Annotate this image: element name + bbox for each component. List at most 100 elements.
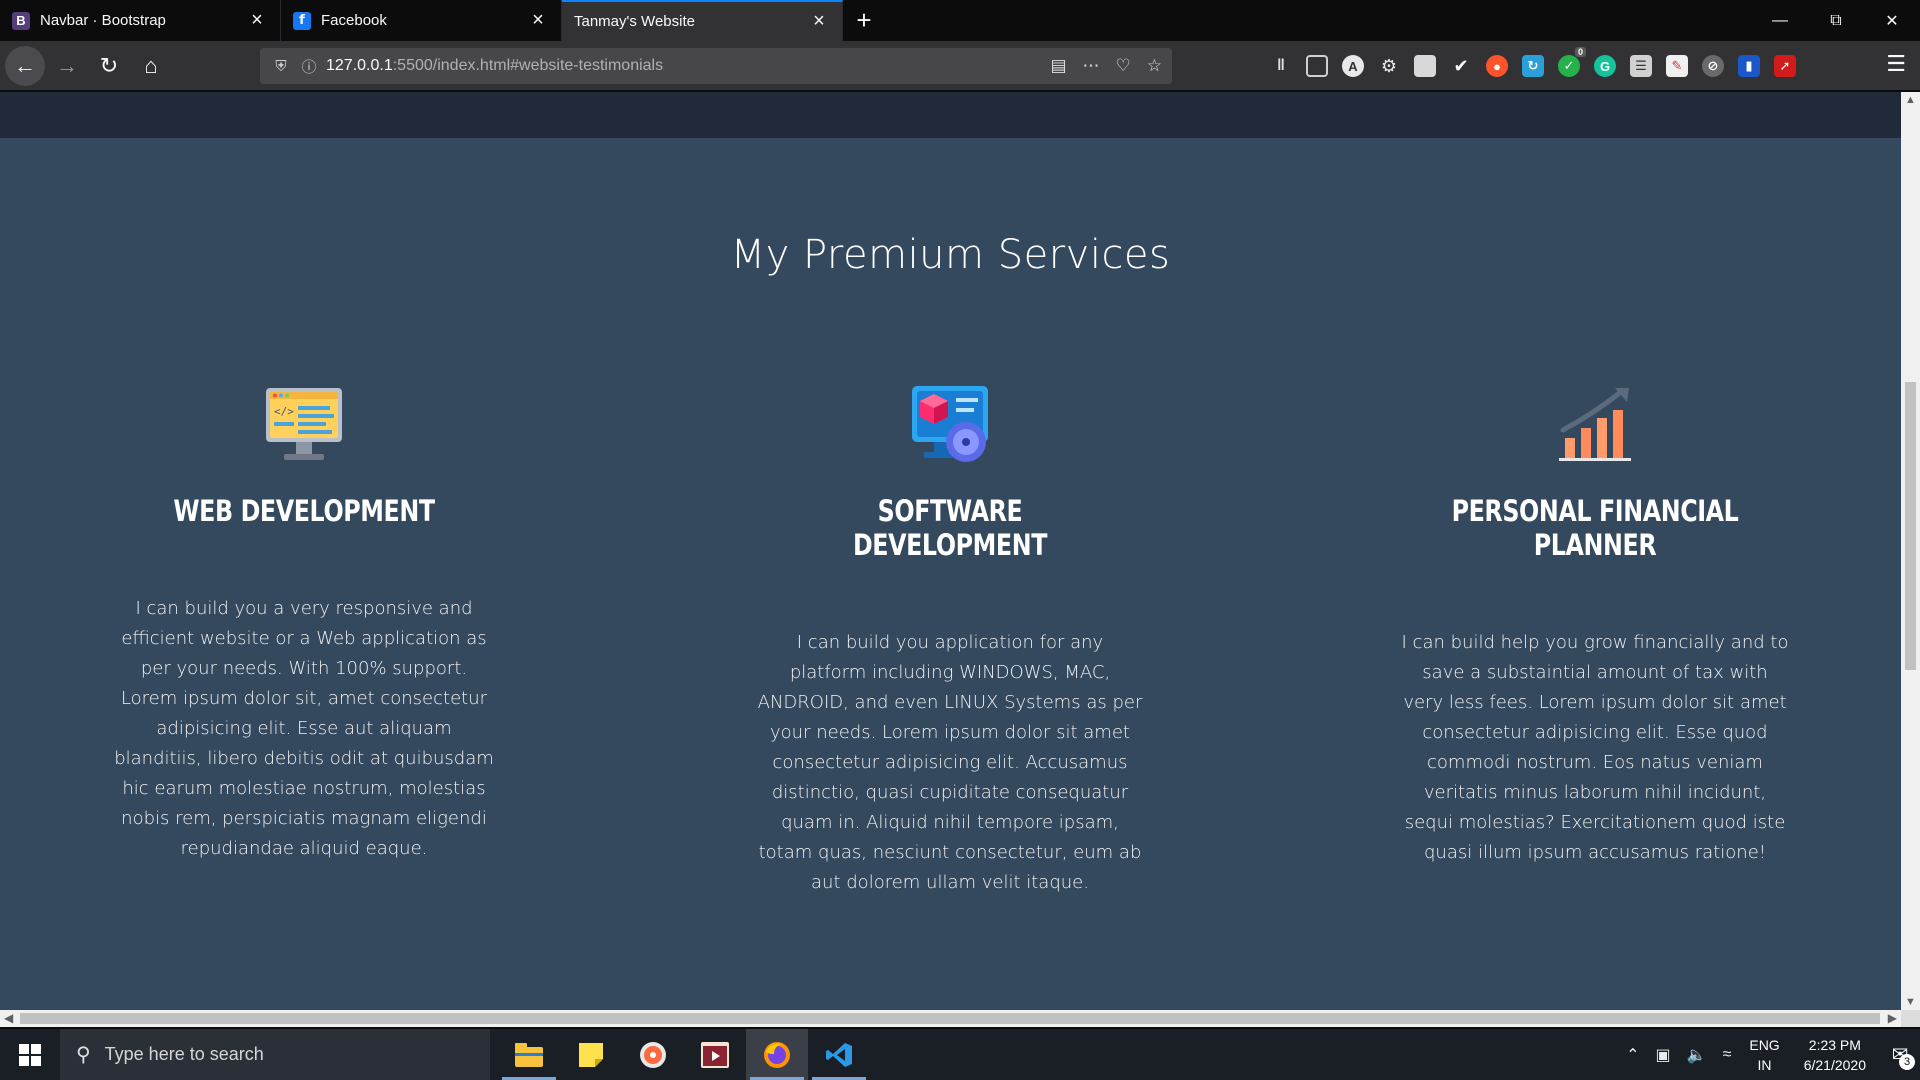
pocket-icon[interactable]: ♡	[1116, 56, 1131, 76]
windows-logo-icon	[19, 1043, 41, 1066]
language-code: ENG	[1749, 1036, 1780, 1053]
growth-chart-icon	[1553, 382, 1637, 466]
scroll-down-icon[interactable]: ▼	[1901, 996, 1920, 1008]
sticky-notes-icon[interactable]	[560, 1029, 622, 1080]
close-tab-icon[interactable]: ×	[246, 9, 268, 32]
clock[interactable]: 2:23 PM 6/21/2020	[1804, 1035, 1866, 1075]
url-bar[interactable]: ⛨ ⓘ 127.0.0.1:5500/index.html#website-te…	[260, 48, 1172, 84]
service-card-web-development: </> WEB DEVELOPMENT I can build you a ve…	[104, 382, 504, 864]
disabled-extension-icon[interactable]: ⊘	[1702, 55, 1724, 77]
taskbar-search-box[interactable]: ⚲ Type here to search	[60, 1029, 490, 1080]
browser-tab-strip: B Navbar · Bootstrap × f Facebook × Tanm…	[0, 0, 1920, 41]
grammarly-icon[interactable]: G	[1594, 55, 1616, 77]
vertical-scroll-thumb[interactable]	[1905, 382, 1916, 670]
action-center-button[interactable]: ✉ 3	[1880, 1029, 1920, 1080]
start-button[interactable]	[0, 1029, 60, 1080]
svg-text:</>: </>	[274, 405, 294, 418]
pdf-extension-icon[interactable]: ➚	[1774, 55, 1796, 77]
clock-date: 6/21/2020	[1803, 1056, 1866, 1073]
service-description: I can build help you grow financially an…	[1401, 632, 1789, 863]
page-actions-icon[interactable]: ⋯	[1083, 56, 1100, 76]
notes-extension-icon[interactable]: ☰	[1630, 55, 1652, 77]
brave-extension-icon[interactable]: ●	[1486, 55, 1508, 77]
video-editor-icon[interactable]	[684, 1029, 746, 1080]
ublock-icon[interactable]: A	[1342, 55, 1364, 77]
vscode-icon[interactable]	[808, 1029, 870, 1080]
tab-title: Navbar · Bootstrap	[40, 12, 166, 29]
translate-extension-icon[interactable]: ↻	[1522, 55, 1544, 77]
taskbar-apps	[498, 1029, 870, 1080]
extension-badge: 0	[1574, 47, 1586, 57]
tab-tanmays-website[interactable]: Tanmay's Website ×	[562, 0, 843, 41]
search-placeholder: Type here to search	[104, 1044, 264, 1064]
scroll-up-icon[interactable]: ▲	[1901, 94, 1920, 106]
tab-navbar-bootstrap[interactable]: B Navbar · Bootstrap ×	[0, 0, 281, 41]
bookmark-star-icon[interactable]: ☆	[1147, 56, 1162, 76]
new-tab-button[interactable]: +	[843, 0, 885, 41]
tab-title: Tanmay's Website	[574, 13, 695, 30]
search-icon: ⚲	[76, 1044, 91, 1066]
browser-navbar: ← → ↻ ⌂ ⛨ ⓘ 127.0.0.1:5500/index.html#we…	[0, 41, 1920, 91]
library-icon[interactable]: ‖	[1270, 55, 1292, 77]
section-title: My Premium Services	[730, 232, 1171, 278]
firefox-icon[interactable]	[746, 1029, 808, 1080]
forward-button[interactable]: →	[47, 46, 87, 86]
service-title: PERSONAL FINANCIAL PLANNER	[1451, 494, 1739, 562]
window-controls: — ⧉ ✕	[1752, 0, 1920, 41]
reader-view-icon[interactable]: ▤	[1050, 56, 1066, 76]
scroll-right-icon[interactable]: ▶	[1888, 1010, 1897, 1027]
screenshot-extension-icon[interactable]: ✎	[1666, 55, 1688, 77]
home-button[interactable]: ⌂	[131, 46, 171, 86]
service-card-personal-financial-planner: PERSONAL FINANCIAL PLANNER I can build h…	[1395, 382, 1795, 868]
tracking-shield-icon[interactable]: ⛨	[270, 58, 292, 75]
battery-icon[interactable]: ▣	[1656, 1045, 1671, 1065]
trello-extension-icon[interactable]: ▮	[1738, 55, 1760, 77]
extension-icon[interactable]	[1414, 55, 1436, 77]
notification-count: 3	[1899, 1054, 1915, 1070]
vertical-scrollbar[interactable]: ▲ ▼	[1901, 92, 1920, 1010]
extension-toolbar: ‖ A ⚙ ✔ ● ↻ ✓ 0 G ☰ ✎ ⊘ ▮ ➚	[1270, 41, 1796, 91]
wifi-icon[interactable]: ≈	[1723, 1046, 1732, 1064]
minimize-icon[interactable]: —	[1752, 0, 1808, 41]
previous-section-band	[0, 92, 1901, 138]
site-info-icon[interactable]: ⓘ	[298, 56, 320, 77]
windows-taskbar: ⚲ Type here to search ⌃ ▣ 🔈 ≈ ENG IN 2:2…	[0, 1029, 1920, 1080]
scrollbar-corner	[1901, 1010, 1920, 1027]
back-button[interactable]: ←	[5, 45, 45, 86]
facebook-favicon-icon: f	[293, 11, 311, 30]
service-title: WEB DEVELOPMENT	[173, 494, 435, 528]
restore-icon[interactable]: ⧉	[1808, 0, 1864, 41]
service-card-software-development: SOFTWARE DEVELOPMENT I can build you app…	[750, 382, 1150, 898]
scroll-left-icon[interactable]: ◀	[4, 1010, 13, 1027]
volume-icon[interactable]: 🔈	[1687, 1045, 1707, 1065]
url-path: :5500/index.html#website-testimonials	[392, 57, 664, 74]
input-language[interactable]: ENG IN	[1749, 1035, 1779, 1075]
service-description: I can build you a very responsive and ef…	[114, 598, 494, 859]
sidebar-icon[interactable]	[1306, 55, 1328, 77]
page-viewport: My Premium Services </> WEB DEVELOPMENT	[0, 92, 1901, 1010]
checkmark-extension-icon[interactable]: ✔	[1450, 55, 1472, 77]
file-explorer-icon[interactable]	[498, 1029, 560, 1080]
settings-gear-icon[interactable]: ⚙	[1378, 55, 1400, 77]
close-tab-icon[interactable]: ×	[808, 10, 830, 33]
tab-title: Facebook	[321, 12, 387, 29]
tab-facebook[interactable]: f Facebook ×	[281, 0, 562, 41]
close-window-icon[interactable]: ✕	[1864, 0, 1920, 41]
reload-button[interactable]: ↻	[89, 46, 129, 86]
software-cube-icon	[908, 382, 992, 466]
system-tray: ⌃ ▣ 🔈 ≈ ENG IN 2:23 PM 6/21/2020 ✉ 3	[1618, 1029, 1920, 1080]
show-hidden-icons-icon[interactable]: ⌃	[1626, 1045, 1639, 1065]
region-code: IN	[1757, 1056, 1772, 1073]
media-player-icon[interactable]	[622, 1029, 684, 1080]
code-monitor-icon: </>	[262, 382, 346, 466]
hamburger-menu-icon[interactable]: ☰	[1886, 51, 1906, 77]
url-host: 127.0.0.1	[326, 57, 393, 74]
horizontal-scrollbar[interactable]: ◀ ▶	[0, 1010, 1901, 1027]
shield-extension-icon[interactable]: ✓ 0	[1558, 47, 1586, 77]
service-title: SOFTWARE DEVELOPMENT	[852, 494, 1048, 562]
bootstrap-favicon-icon: B	[12, 11, 30, 30]
service-description: I can build you application for any plat…	[757, 632, 1143, 893]
close-tab-icon[interactable]: ×	[527, 9, 549, 32]
horizontal-scroll-thumb[interactable]	[20, 1013, 1880, 1024]
clock-time: 2:23 PM	[1808, 1036, 1861, 1053]
